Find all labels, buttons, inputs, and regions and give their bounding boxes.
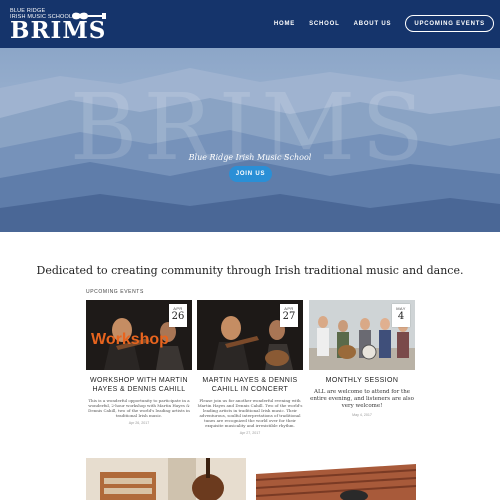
workshop-overlay-text: Workshop [91, 331, 169, 348]
date-badge: APR 26 [169, 304, 187, 327]
logo-wordmark: BRIMS [10, 17, 107, 44]
event-date: Apr 26, 2017 [128, 421, 150, 425]
nav-about-us[interactable]: ABOUT US [354, 21, 392, 27]
mission-statement: Dedicated to creating community through … [36, 264, 464, 277]
event-description: ALL are welcome to attend for the entire… [310, 389, 414, 409]
date-badge-month: APR [173, 306, 183, 311]
event-card[interactable]: APR 27 MARTIN HAYES & DENNIS CAHILL IN C… [197, 300, 303, 435]
event-date: Apr 27, 2017 [239, 431, 261, 435]
event-date: May 4, 2017 [352, 413, 372, 417]
event-photo[interactable]: MAY 4 [309, 300, 415, 370]
event-description: This is a wonderful opportunity to parti… [88, 398, 190, 418]
event-card[interactable]: MAY 4 MONTHLY SESSION ALL are welcome to… [309, 300, 415, 417]
event-photo[interactable]: Workshop APR 26 [86, 300, 192, 370]
upcoming-events-button[interactable]: UPCOMING EVENTS [405, 15, 494, 32]
date-badge: APR 27 [280, 304, 298, 327]
join-us-button[interactable]: JOIN US [229, 166, 272, 182]
event-description: Please join us for another wonderful eve… [197, 398, 303, 428]
date-badge-day: 26 [171, 311, 185, 322]
date-badge-day: 27 [282, 311, 296, 322]
fiddle-logo-icon [72, 12, 106, 20]
date-badge-day: 4 [397, 311, 405, 322]
date-badge: MAY 4 [392, 304, 410, 327]
hero-banner: BRIMS Blue Ridge Irish Music School JOIN… [0, 48, 500, 232]
event-title[interactable]: WORKSHOP WITH MARTIN HAYES & DENNIS CAHI… [86, 376, 192, 394]
event-title[interactable]: MONTHLY SESSION [309, 376, 415, 385]
date-badge-month: APR [284, 306, 294, 311]
upcoming-events-heading: UPCOMING EVENTS [86, 289, 144, 295]
hero-watermark: BRIMS [69, 74, 431, 181]
date-badge-month: MAY [396, 306, 406, 311]
event-title[interactable]: MARTIN HAYES & DENNIS CAHILL IN CONCERT [197, 376, 303, 394]
rooftop-image[interactable] [256, 458, 416, 500]
hero-subtitle: Blue Ridge Irish Music School [188, 153, 312, 162]
accordion-fiddle-image[interactable] [86, 458, 246, 500]
event-card[interactable]: Workshop APR 26 WORKSHOP WITH MARTIN HAY… [86, 300, 192, 425]
nav-home[interactable]: HOME [274, 21, 295, 27]
top-navigation-bar: BLUE RIDGE IRISH MUSIC SCHOOL BRIMS HOME… [0, 0, 500, 48]
event-photo[interactable]: APR 27 [197, 300, 303, 370]
main-nav: HOME SCHOOL ABOUT US UPCOMING EVENTS [274, 15, 494, 32]
nav-school[interactable]: SCHOOL [309, 21, 339, 27]
brims-logo[interactable]: BLUE RIDGE IRISH MUSIC SCHOOL BRIMS [10, 6, 110, 44]
